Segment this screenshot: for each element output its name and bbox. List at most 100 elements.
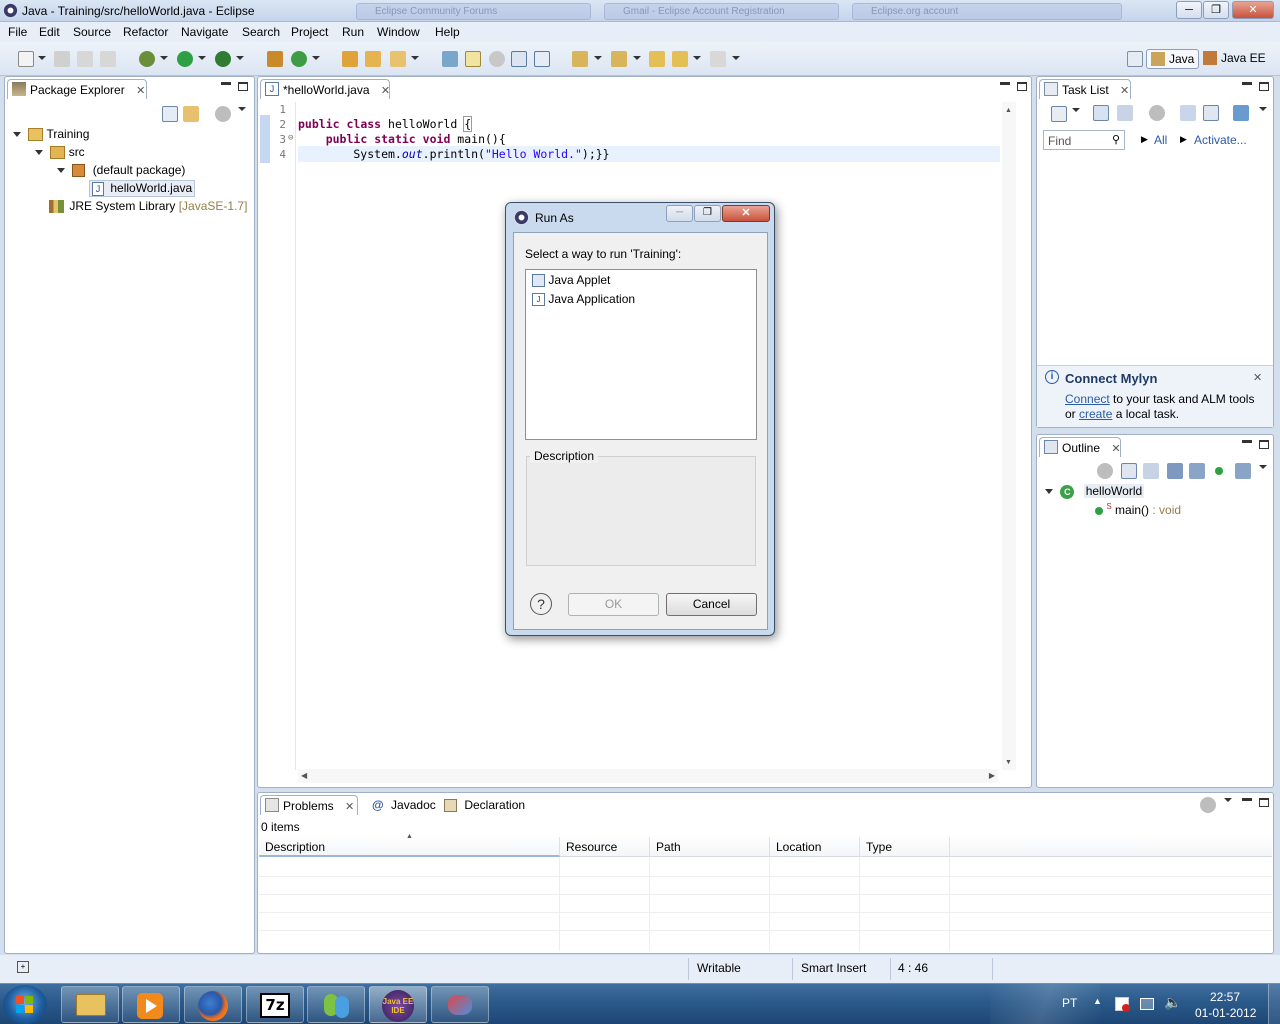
collapse-outline-icon[interactable] (1121, 463, 1137, 479)
dialog-maximize-button[interactable]: ❐ (694, 205, 721, 222)
volume-icon[interactable]: 🔈 (1164, 994, 1181, 1011)
new-package-icon[interactable] (267, 51, 283, 67)
tree-item-project[interactable]: Training (13, 127, 89, 142)
scheduled-icon[interactable] (1117, 105, 1133, 121)
minimize-view-icon[interactable] (221, 82, 231, 85)
maximize-button[interactable]: ❐ (1203, 1, 1229, 19)
link-editor-icon[interactable] (183, 106, 199, 122)
column-description[interactable]: Description (259, 837, 560, 857)
close-icon[interactable]: ✕ (1111, 443, 1120, 455)
background-window-tab[interactable]: Eclipse Community Forums (356, 3, 591, 20)
annotation-icon[interactable] (442, 51, 458, 67)
taskbar-explorer[interactable] (61, 986, 119, 1023)
show-hidden-icons[interactable]: ▲ (1093, 996, 1102, 1006)
background-window-tab[interactable]: Gmail - Eclipse Account Registration (604, 3, 839, 20)
network-icon[interactable] (1140, 998, 1154, 1010)
help-icon[interactable]: ? (530, 593, 552, 615)
menu-file[interactable]: File (8, 25, 27, 39)
column-location[interactable]: Location (770, 837, 860, 857)
hide-static-icon[interactable] (1189, 463, 1205, 479)
tab-package-explorer[interactable]: Package Explorer ✕ (7, 79, 147, 99)
minimize-view-icon[interactable] (1000, 82, 1010, 85)
new-class-icon[interactable] (291, 51, 307, 67)
menu-window[interactable]: Window (377, 25, 420, 39)
menu-navigate[interactable]: Navigate (181, 25, 228, 39)
menu-run[interactable]: Run (342, 25, 364, 39)
debug-icon[interactable] (139, 51, 155, 67)
tree-item-hello-world-file[interactable]: J helloWorld.java (89, 180, 196, 197)
tab-outline[interactable]: Outline ✕ (1039, 437, 1121, 457)
option-java-applet[interactable]: Java Applet (532, 273, 610, 288)
taskbar-7zip[interactable]: 7z (246, 986, 304, 1023)
column-path[interactable]: Path (650, 837, 770, 857)
tab-problems[interactable]: Problems ✕ (260, 795, 358, 815)
dialog-close-button[interactable]: ✕ (722, 205, 770, 222)
toggle-highlight-icon[interactable] (465, 51, 481, 67)
taskbar-eclipse[interactable]: Java EE IDE (369, 986, 427, 1023)
taskbar-messenger[interactable] (307, 986, 365, 1023)
tree-item-src[interactable]: src (35, 145, 85, 160)
minimize-view-icon[interactable] (1242, 82, 1252, 85)
tree-item-default-package[interactable]: (default package) (57, 163, 185, 178)
outline-class-item[interactable]: C helloWorld (1045, 484, 1145, 499)
open-type-icon[interactable] (342, 51, 358, 67)
close-button[interactable]: ✕ (1232, 1, 1274, 19)
new-task-icon[interactable] (1051, 106, 1067, 122)
tab-declaration[interactable]: Declaration (444, 798, 525, 813)
view-menu-icon[interactable] (215, 106, 231, 122)
cancel-button[interactable]: Cancel (666, 593, 757, 616)
open-perspective-icon[interactable] (1127, 51, 1143, 67)
clock-time[interactable]: 22:57 (1210, 990, 1240, 1004)
save-all-icon[interactable] (77, 51, 93, 67)
print-icon[interactable] (100, 51, 116, 67)
maximize-view-icon[interactable] (1017, 82, 1027, 91)
menu-help[interactable]: Help (435, 25, 460, 39)
activate-link[interactable]: Activate... (1194, 133, 1247, 147)
tab-javadoc[interactable]: @ Javadoc (372, 798, 436, 812)
hide-completed-icon[interactable] (1180, 105, 1196, 121)
sync-icon[interactable] (1149, 105, 1165, 121)
create-link[interactable]: create (1079, 407, 1112, 421)
ok-button[interactable]: OK (568, 593, 659, 616)
column-type[interactable]: Type (860, 837, 950, 857)
save-icon[interactable] (54, 51, 70, 67)
close-icon[interactable]: ✕ (381, 85, 390, 97)
focus-icon[interactable] (1233, 105, 1249, 121)
new-icon[interactable] (18, 51, 34, 67)
tab-hello-world-java[interactable]: J *helloWorld.java ✕ (260, 79, 390, 99)
find-input[interactable]: Find ⚲ (1043, 130, 1125, 150)
close-icon[interactable]: ✕ (1120, 85, 1129, 97)
menu-refactor[interactable]: Refactor (123, 25, 168, 39)
hide-fields-icon[interactable] (1167, 463, 1183, 479)
outline-method-item[interactable]: S main() : void (1095, 502, 1181, 517)
tab-task-list[interactable]: Task List ✕ (1039, 79, 1131, 99)
prev-annotation-icon[interactable] (611, 51, 627, 67)
menu-edit[interactable]: Edit (39, 25, 60, 39)
forward-icon[interactable] (710, 51, 726, 67)
dialog-minimize-button[interactable]: ─ (666, 205, 693, 222)
language-indicator[interactable]: PT (1062, 996, 1077, 1010)
menu-source[interactable]: Source (73, 25, 111, 39)
sort-icon[interactable] (1143, 463, 1159, 479)
menu-project[interactable]: Project (291, 25, 328, 39)
run-icon[interactable] (177, 51, 193, 67)
categorized-icon[interactable] (1093, 105, 1109, 121)
start-button[interactable] (3, 985, 47, 1024)
show-whitespace-icon[interactable] (534, 51, 550, 67)
clock-date[interactable]: 01-01-2012 (1195, 1006, 1256, 1020)
maximize-view-icon[interactable] (238, 82, 248, 91)
taskbar-app[interactable] (431, 986, 489, 1023)
close-icon[interactable]: ✕ (1253, 371, 1262, 384)
block-select-icon[interactable] (511, 51, 527, 67)
action-center-icon[interactable] (1115, 997, 1130, 1012)
horizontal-scrollbar[interactable]: ◀ ▶ (298, 769, 998, 783)
close-icon[interactable]: ✕ (136, 85, 145, 97)
collapse-tasks-icon[interactable] (1203, 105, 1219, 121)
fast-view-icon[interactable]: + (17, 961, 29, 973)
maximize-view-icon[interactable] (1259, 440, 1269, 449)
view-menu-icon[interactable] (1200, 797, 1216, 813)
breadcrumb-icon[interactable] (489, 51, 505, 67)
open-resource-icon[interactable] (365, 51, 381, 67)
back-icon[interactable] (672, 51, 688, 67)
perspective-javaee[interactable]: Java EE (1199, 49, 1270, 69)
